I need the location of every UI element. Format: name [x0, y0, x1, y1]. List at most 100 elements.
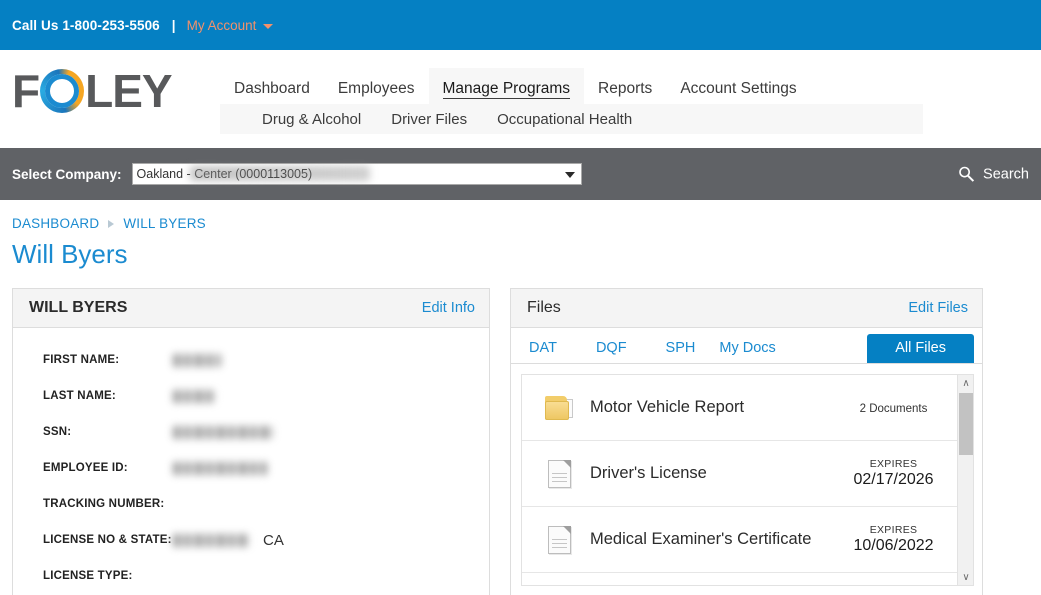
- expiration-date: 02/17/2026: [846, 471, 941, 489]
- foley-logo[interactable]: F LEY: [12, 64, 172, 118]
- file-name: Motor Vehicle Report: [582, 398, 846, 417]
- breadcrumb: DASHBOARD WILL BYERS: [0, 200, 1041, 231]
- logo-text-right: LEY: [85, 64, 171, 118]
- tab-dat[interactable]: DAT: [529, 336, 557, 363]
- redacted-value: [173, 354, 221, 367]
- license-state: CA: [263, 532, 284, 549]
- secondary-navigation: Drug & Alcohol Driver Files Occupational…: [220, 104, 923, 134]
- field-label: SSN:: [43, 426, 173, 438]
- search-button[interactable]: Search: [958, 166, 1029, 183]
- redacted-value: [173, 534, 249, 547]
- files-panel-title: Files: [527, 299, 561, 317]
- file-meta: EXPIRES 02/17/2026: [846, 458, 941, 489]
- field-value: CA: [173, 532, 284, 549]
- scrollbar-thumb[interactable]: [959, 393, 973, 455]
- select-company-label: Select Company:: [12, 167, 122, 182]
- doc-line: [552, 547, 567, 548]
- tab-my-docs[interactable]: My Docs: [719, 336, 775, 363]
- edit-files-link[interactable]: Edit Files: [908, 300, 968, 316]
- chevron-down-icon: [263, 24, 273, 29]
- doc-line: [552, 477, 567, 478]
- file-row-medical-examiners-certificate[interactable]: Medical Examiner's Certificate EXPIRES 1…: [522, 507, 957, 573]
- topbar-separator: |: [172, 18, 176, 33]
- document-glyph: [548, 460, 571, 488]
- nav-label: Account Settings: [680, 80, 796, 97]
- top-contact-bar: Call Us 1-800-253-5506 | My Account: [0, 0, 1041, 50]
- subnav-item-driver-files[interactable]: Driver Files: [391, 111, 467, 128]
- folder-icon: [536, 396, 582, 420]
- field-value: [173, 354, 221, 367]
- field-value: [173, 426, 273, 439]
- employee-panel-header: WILL BYERS Edit Info: [13, 289, 489, 328]
- expires-label: EXPIRES: [846, 524, 941, 536]
- document-count: 2 Documents: [860, 403, 928, 415]
- redacted-value: [173, 462, 267, 475]
- field-row-license-no-state: LICENSE NO & STATE: CA: [13, 522, 489, 558]
- company-select[interactable]: Oakland - Center (0000113005): [132, 163, 582, 185]
- scroll-up-icon[interactable]: ∧: [958, 375, 974, 391]
- field-label: FIRST NAME:: [43, 354, 173, 366]
- files-panel: Files Edit Files DAT DQF SPH My Docs All…: [510, 288, 983, 595]
- field-label: TRACKING NUMBER:: [43, 498, 173, 510]
- search-icon: [958, 166, 975, 183]
- file-meta: 2 Documents: [846, 399, 941, 417]
- field-row-license-type: LICENSE TYPE:: [13, 558, 489, 594]
- file-row-motor-vehicle-report[interactable]: Motor Vehicle Report 2 Documents: [522, 375, 957, 441]
- field-value: [173, 462, 267, 475]
- tab-sph[interactable]: SPH: [666, 336, 696, 363]
- field-row-ssn: SSN:: [13, 414, 489, 450]
- tab-all-files[interactable]: All Files: [867, 334, 974, 363]
- document-glyph: [548, 526, 571, 554]
- field-label: EMPLOYEE ID:: [43, 462, 173, 474]
- doc-line: [552, 539, 567, 540]
- phone-number: Call Us 1-800-253-5506: [12, 18, 160, 33]
- breadcrumb-item-current[interactable]: WILL BYERS: [123, 216, 206, 231]
- page-title: Will Byers: [0, 231, 1041, 270]
- expiration-date: 10/06/2022: [846, 537, 941, 555]
- site-header: F LEY Dashboard Employees Manage Program…: [0, 50, 1041, 148]
- field-row-tracking-number: TRACKING NUMBER:: [13, 486, 489, 522]
- my-account-label: My Account: [187, 18, 257, 33]
- folder-glyph: [545, 396, 573, 420]
- field-value: [173, 390, 215, 403]
- file-meta: EXPIRES 10/06/2022: [846, 524, 941, 555]
- doc-line: [552, 481, 567, 482]
- nav-label: Reports: [598, 80, 652, 97]
- file-row-drivers-license[interactable]: Driver's License EXPIRES 02/17/2026: [522, 441, 957, 507]
- employee-panel-title: WILL BYERS: [29, 299, 127, 317]
- content-panels: WILL BYERS Edit Info FIRST NAME: LAST NA…: [0, 270, 1041, 595]
- document-icon: [536, 460, 582, 488]
- file-name: Medical Examiner's Certificate: [582, 530, 846, 549]
- files-tab-strip: DAT DQF SPH My Docs All Files: [511, 332, 982, 364]
- my-account-menu[interactable]: My Account: [187, 18, 274, 33]
- files-list-scrollbar[interactable]: ∧ ∨: [957, 375, 973, 585]
- breadcrumb-item-dashboard[interactable]: DASHBOARD: [12, 216, 99, 231]
- subnav-item-occupational-health[interactable]: Occupational Health: [497, 111, 632, 128]
- nav-label: Manage Programs: [443, 80, 571, 99]
- doc-line: [552, 473, 567, 474]
- breadcrumb-arrow-icon: [108, 220, 114, 228]
- nav-label: Employees: [338, 80, 415, 97]
- field-label: LICENSE TYPE:: [43, 570, 173, 582]
- logo-ring-icon: [40, 69, 84, 113]
- expires-label: EXPIRES: [846, 458, 941, 470]
- files-list-container: Motor Vehicle Report 2 Documents Driver'…: [521, 374, 974, 586]
- edit-info-link[interactable]: Edit Info: [422, 300, 475, 316]
- subnav-item-drug-alcohol[interactable]: Drug & Alcohol: [262, 111, 361, 128]
- employee-info-panel: WILL BYERS Edit Info FIRST NAME: LAST NA…: [12, 288, 490, 595]
- search-label: Search: [983, 166, 1029, 182]
- employee-field-list: FIRST NAME: LAST NAME: SSN: EMPLOYEE ID:…: [13, 328, 489, 595]
- folder-front: [545, 401, 569, 420]
- file-name: Driver's License: [582, 464, 846, 483]
- tab-dqf[interactable]: DQF: [596, 336, 627, 363]
- redacted-value: [173, 390, 215, 403]
- field-label: LICENSE NO & STATE:: [43, 534, 173, 546]
- field-row-first-name: FIRST NAME:: [13, 342, 489, 378]
- scroll-down-icon[interactable]: ∨: [958, 569, 974, 585]
- files-list: Motor Vehicle Report 2 Documents Driver'…: [522, 375, 957, 585]
- logo-text-left: F: [12, 64, 39, 118]
- company-select-wrapper: Oakland - Center (0000113005): [132, 163, 582, 185]
- nav-label: Dashboard: [234, 80, 310, 97]
- company-selector-bar: Select Company: Oakland - Center (000011…: [0, 148, 1041, 200]
- field-row-employee-id: EMPLOYEE ID:: [13, 450, 489, 486]
